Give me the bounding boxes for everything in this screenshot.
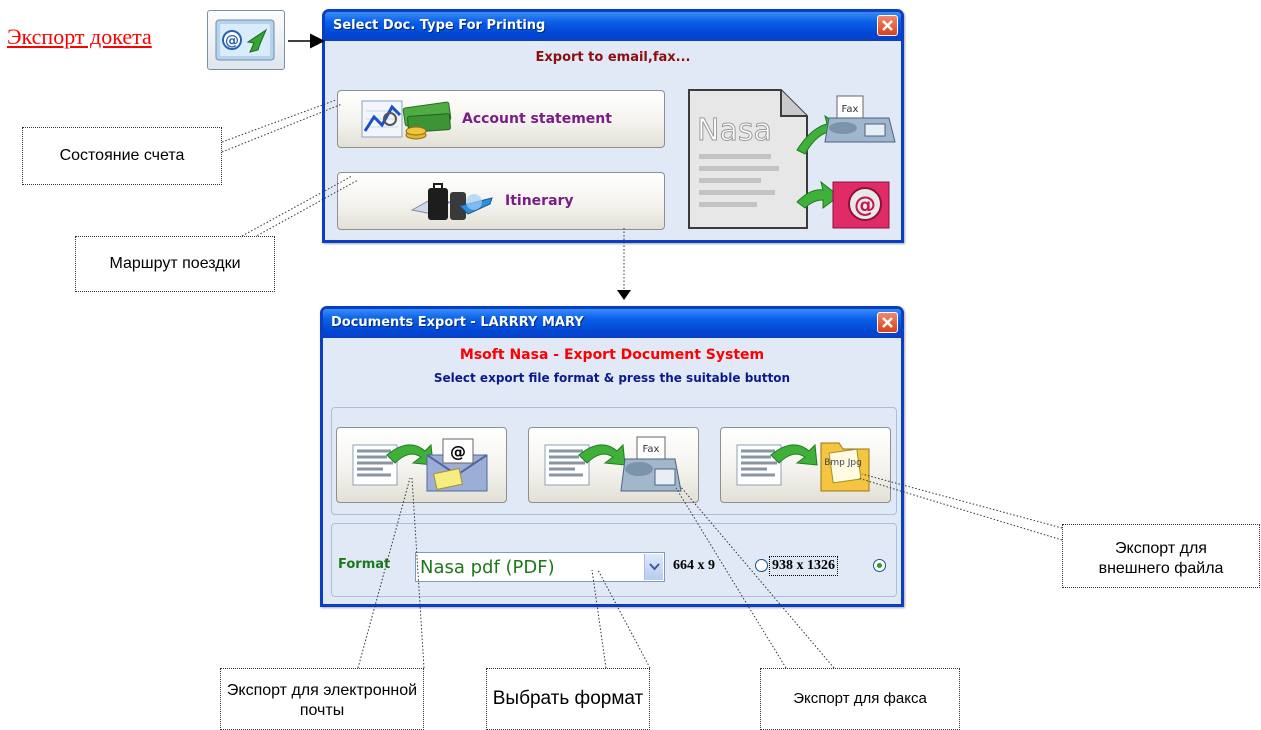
chart-money-icon xyxy=(361,100,452,140)
callout-route: Маршрут поездки xyxy=(75,236,275,292)
fax-export-button[interactable]: Fax xyxy=(528,427,699,503)
callout-fax-export: Экспорт для факса xyxy=(760,668,960,730)
close-button[interactable] xyxy=(877,15,898,36)
suitcase-plane-icon xyxy=(410,183,493,220)
account-statement-label: Account statement xyxy=(462,111,612,127)
format-dropdown[interactable]: Nasa pdf (PDF) xyxy=(415,552,665,582)
format-label: Format xyxy=(338,557,391,572)
file-export-button[interactable]: Bmp Jpg xyxy=(720,427,891,503)
svg-text:@: @ xyxy=(450,442,466,461)
close-icon xyxy=(882,20,893,31)
size-radio-small[interactable] xyxy=(755,559,768,572)
email-export-icon: @ xyxy=(352,438,488,492)
nasa-document-illustration: Nasa Fax @ xyxy=(688,89,896,229)
size-option-small-label: 664 x 9 xyxy=(673,558,715,573)
callout-email-export: Экспорт для электронной почты xyxy=(220,668,424,730)
fax-export-icon: Fax xyxy=(544,436,682,492)
email-at-icon: @ xyxy=(832,181,890,229)
size-radio-large[interactable] xyxy=(873,559,886,572)
export-instruction: Select export file format & press the su… xyxy=(433,371,791,385)
dialog-title: Select Doc. Type For Printing xyxy=(333,18,546,33)
svg-text:@: @ xyxy=(225,33,239,49)
svg-text:Fax: Fax xyxy=(643,444,660,455)
email-export-button[interactable]: @ xyxy=(336,427,507,503)
callout-choose-format: Выбрать формат xyxy=(486,668,650,730)
chevron-down-icon xyxy=(649,563,660,571)
dialog-title: Documents Export - LARRRY MARY xyxy=(331,315,584,330)
format-selected-value: Nasa pdf (PDF) xyxy=(420,557,555,578)
svg-text:Fax: Fax xyxy=(842,104,859,115)
svg-text:@: @ xyxy=(854,193,876,218)
titlebar: Select Doc. Type For Printing xyxy=(325,12,901,41)
close-icon xyxy=(882,317,893,328)
svg-text:Bmp Jpg: Bmp Jpg xyxy=(824,458,862,468)
export-system-heading: Msoft Nasa - Export Document System xyxy=(459,347,765,363)
account-statement-button[interactable]: Account statement xyxy=(337,90,665,148)
fax-machine-icon: Fax xyxy=(824,95,896,143)
file-export-icon: Bmp Jpg xyxy=(736,442,870,492)
dropdown-arrow-button[interactable] xyxy=(644,554,663,580)
nasa-doc-label: Nasa xyxy=(697,113,772,148)
size-option-large-label[interactable]: 938 x 1326 xyxy=(769,556,838,576)
itinerary-label: Itinerary xyxy=(505,193,574,209)
select-doc-type-dialog: Select Doc. Type For Printing Export to … xyxy=(322,9,904,243)
titlebar: Documents Export - LARRRY MARY xyxy=(323,309,901,338)
export-docket-button[interactable]: @ xyxy=(207,10,285,70)
dialog-subtitle: Export to email,fax... xyxy=(535,50,691,65)
callout-account-state: Состояние счета xyxy=(22,127,222,185)
documents-export-dialog: Documents Export - LARRRY MARY Msoft Nas… xyxy=(320,306,904,607)
export-docket-icon: @ xyxy=(215,19,275,61)
callout-file-export: Экспорт для внешнего файла xyxy=(1062,524,1260,588)
export-docket-link[interactable]: Экспорт докета xyxy=(7,24,152,50)
itinerary-button[interactable]: Itinerary xyxy=(337,172,665,230)
close-button[interactable] xyxy=(877,312,898,333)
